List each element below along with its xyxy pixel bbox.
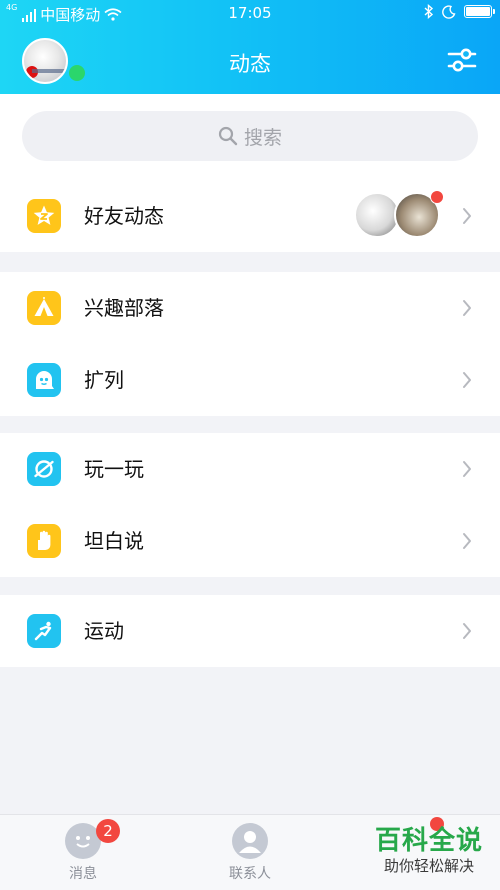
row-label: 运动 [84, 619, 124, 643]
row-confess[interactable]: 坦白说 [0, 505, 500, 577]
row-expand-list[interactable]: 扩列 [0, 344, 500, 416]
chevron-right-icon [463, 208, 471, 224]
chevron-right-icon [463, 461, 471, 477]
row-friend-feed[interactable]: 好友动态 [0, 180, 500, 252]
tab-label: 消息 [69, 866, 97, 882]
planet-icon [27, 452, 61, 486]
row-label: 玩一玩 [84, 457, 144, 481]
status-right [424, 4, 495, 19]
search-area: 搜索 [0, 94, 500, 180]
page-title: 动态 [229, 52, 271, 76]
chevron-right-icon [463, 623, 471, 639]
row-label: 坦白说 [84, 529, 144, 553]
runner-icon [27, 614, 61, 648]
status-bar: 4G 中国移动 17:05 [0, 0, 500, 28]
moon-icon [442, 4, 456, 19]
filter-settings-icon[interactable] [446, 44, 478, 76]
new-update-dot [430, 190, 444, 204]
ghost-face-icon [27, 363, 61, 397]
search-icon [218, 126, 238, 146]
hand-icon [27, 524, 61, 558]
chevron-right-icon [463, 300, 471, 316]
row-label: 扩列 [84, 368, 124, 392]
friend-avatars [354, 190, 444, 242]
row-sport[interactable]: 运动 [0, 595, 500, 667]
tab-label: 联系人 [229, 866, 271, 882]
section-friends: 好友动态 [0, 180, 500, 252]
tab-messages[interactable]: 2 消息 [0, 815, 166, 890]
qzone-star-icon [27, 199, 61, 233]
tab-moments[interactable] [334, 815, 500, 890]
section-play: 玩一玩 坦白说 [0, 433, 500, 577]
row-label: 兴趣部落 [84, 296, 164, 320]
battery-icon [464, 5, 495, 18]
row-label: 好友动态 [84, 204, 164, 228]
search-input[interactable]: 搜索 [22, 111, 478, 161]
new-update-dot [430, 817, 444, 831]
section-sport: 运动 [0, 595, 500, 667]
tent-icon [27, 291, 61, 325]
row-interest-tribe[interactable]: 兴趣部落 [0, 272, 500, 344]
unread-badge: 2 [96, 819, 120, 843]
bluetooth-icon [424, 4, 434, 19]
row-play[interactable]: 玩一玩 [0, 433, 500, 505]
app-header: 4G 中国移动 17:05 动态 [0, 0, 500, 94]
tab-bar: 2 消息 联系人 [0, 814, 500, 890]
chevron-right-icon [463, 533, 471, 549]
contacts-icon [232, 823, 268, 859]
search-placeholder: 搜索 [243, 126, 282, 149]
tab-contacts[interactable]: 联系人 [167, 815, 333, 890]
section-interest: 兴趣部落 扩列 [0, 272, 500, 416]
chevron-right-icon [463, 372, 471, 388]
